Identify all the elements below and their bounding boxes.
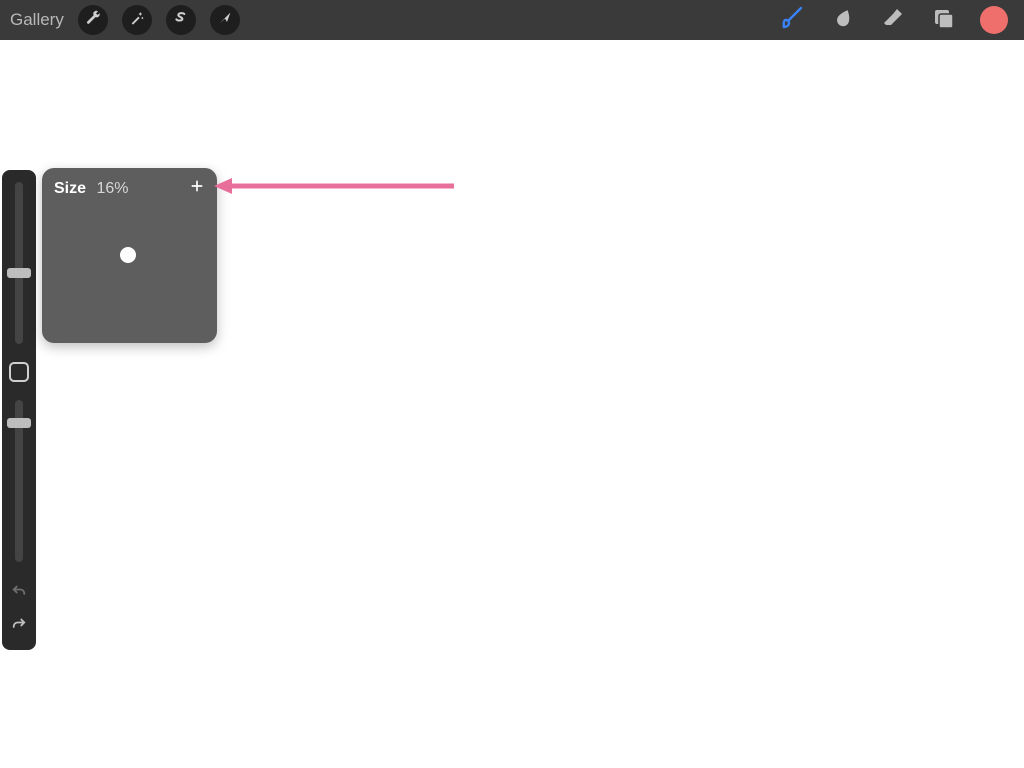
size-label: Size — [54, 180, 86, 197]
actions-button[interactable] — [78, 5, 108, 35]
eraser-tool-button[interactable] — [880, 7, 906, 33]
smudge-tool-button[interactable] — [830, 7, 856, 33]
selection-s-icon — [173, 10, 189, 31]
popover-title: Size 16% — [54, 180, 129, 198]
color-picker-button[interactable] — [980, 6, 1008, 34]
undo-redo-group — [2, 572, 36, 650]
cursor-arrow-icon — [217, 10, 233, 31]
selection-button[interactable] — [166, 5, 196, 35]
brush-tool-button[interactable] — [780, 7, 806, 33]
left-sidebar — [2, 170, 36, 650]
transform-button[interactable] — [210, 5, 240, 35]
brush-size-preview-dot — [120, 247, 136, 263]
smudge-icon — [831, 6, 855, 35]
top-toolbar: Gallery — [0, 0, 1024, 40]
redo-button[interactable] — [10, 615, 28, 638]
plus-icon — [189, 181, 205, 198]
popover-header: Size 16% — [42, 168, 217, 209]
layers-icon — [931, 6, 955, 35]
undo-button[interactable] — [10, 582, 28, 605]
wand-icon — [129, 10, 145, 31]
brush-opacity-slider[interactable] — [15, 400, 23, 562]
canvas-area[interactable] — [0, 40, 1024, 768]
eraser-icon — [881, 6, 905, 35]
adjustments-button[interactable] — [122, 5, 152, 35]
brush-size-thumb[interactable] — [7, 268, 31, 278]
size-value: 16% — [96, 180, 128, 197]
toolbar-left-group: Gallery — [10, 5, 240, 35]
brush-opacity-thumb[interactable] — [7, 418, 31, 428]
brush-icon — [781, 6, 805, 35]
modify-button[interactable] — [9, 362, 29, 382]
gallery-button[interactable]: Gallery — [10, 10, 64, 30]
brush-size-slider[interactable] — [15, 182, 23, 344]
wrench-icon — [85, 10, 101, 31]
layers-button[interactable] — [930, 7, 956, 33]
add-size-preset-button[interactable] — [189, 178, 205, 199]
toolbar-right-group — [780, 6, 1014, 34]
